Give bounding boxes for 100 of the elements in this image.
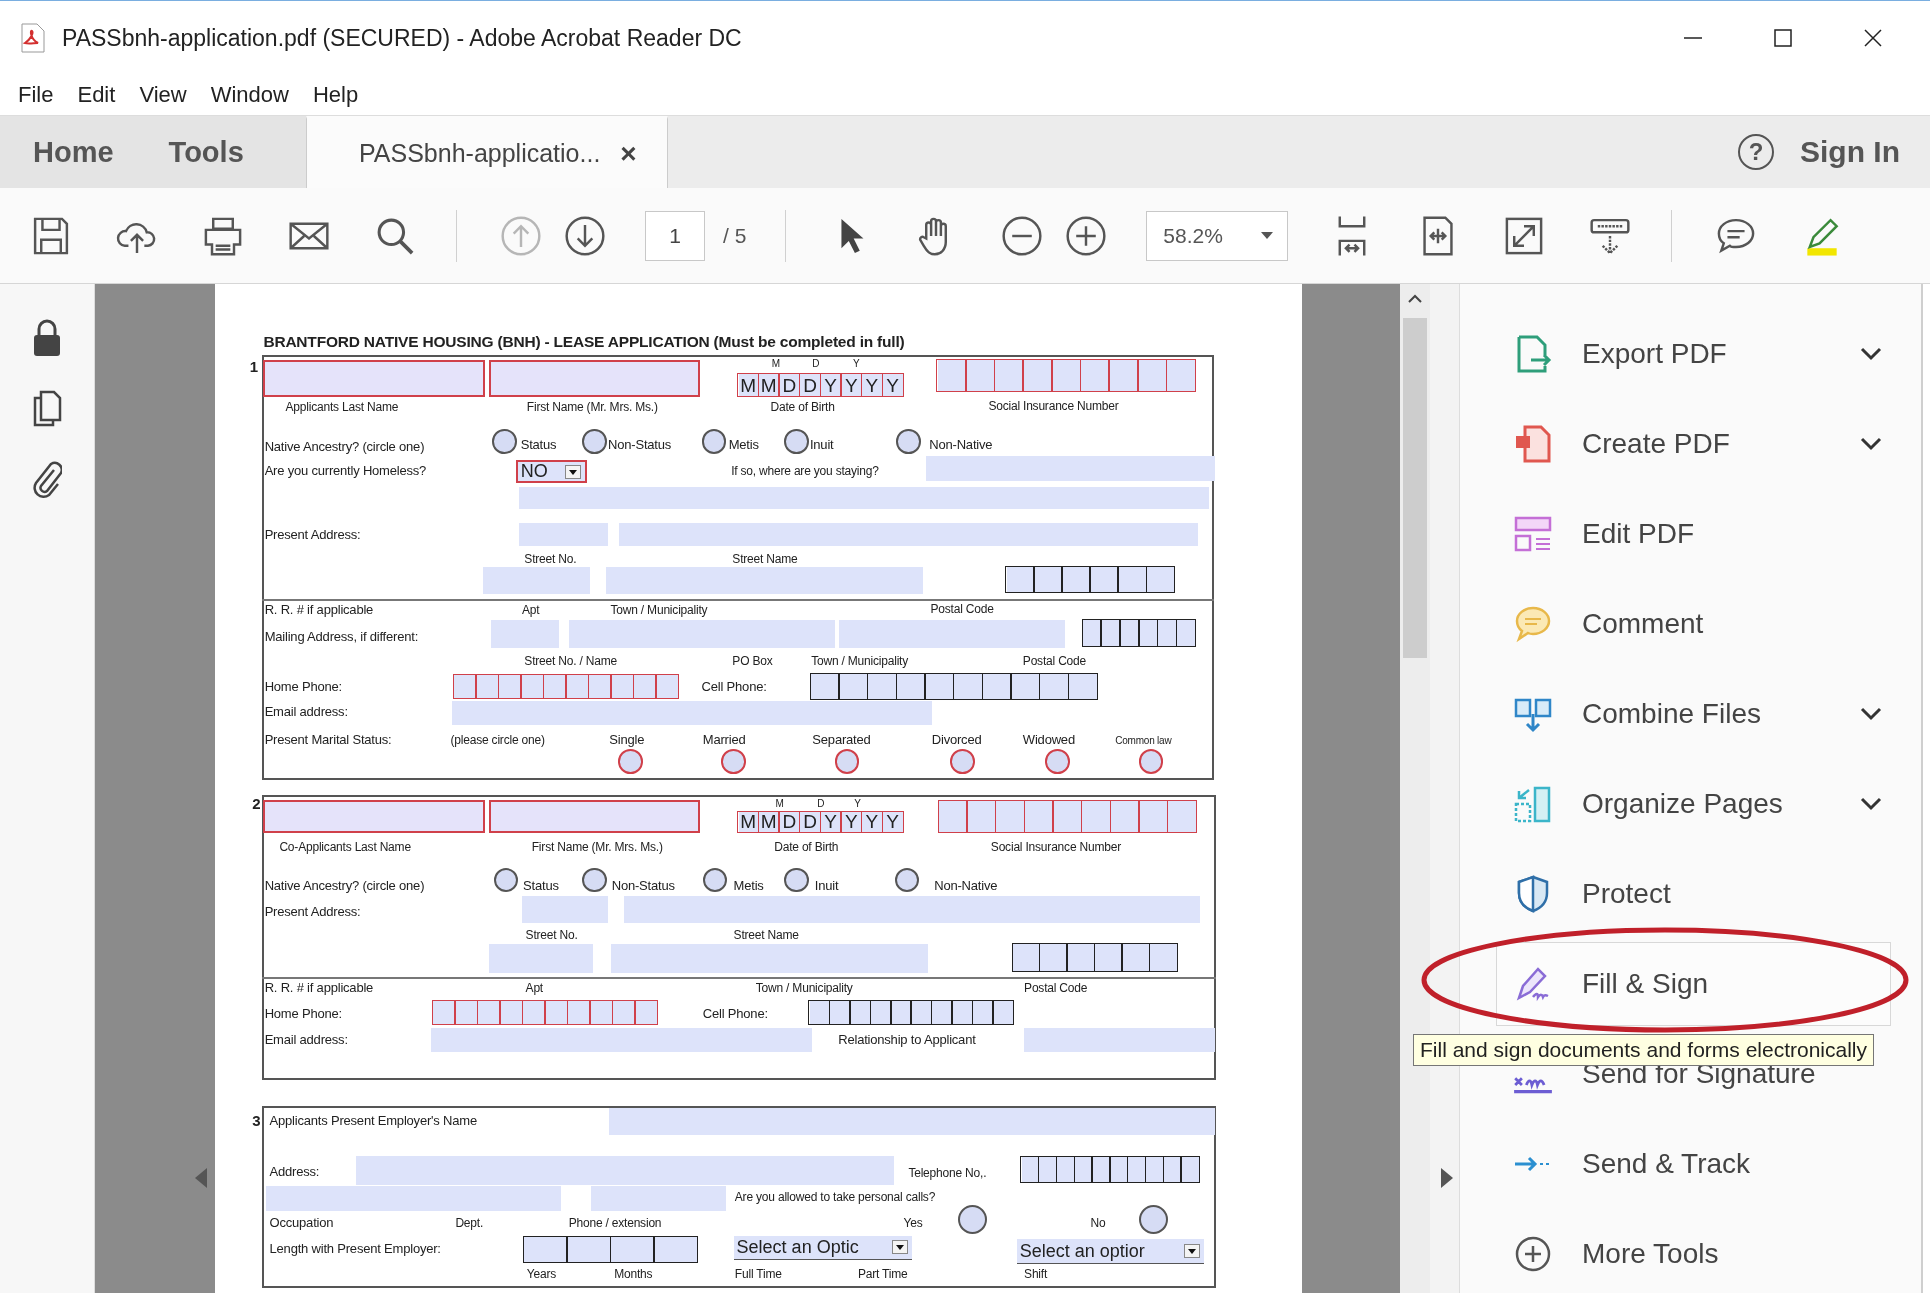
radio-button[interactable] xyxy=(701,429,727,454)
dropdown[interactable]: NO xyxy=(515,460,588,484)
menu-item[interactable]: Edit xyxy=(77,82,116,108)
comb-field[interactable] xyxy=(811,673,1098,701)
text-field[interactable] xyxy=(609,1107,1215,1135)
text-field[interactable] xyxy=(521,895,609,923)
comb-field[interactable] xyxy=(1013,942,1178,973)
radio-button[interactable] xyxy=(1045,749,1070,774)
scroll-up-icon[interactable] xyxy=(1408,294,1422,304)
chevron-down-icon[interactable] xyxy=(1860,347,1882,361)
text-field[interactable] xyxy=(925,456,1215,481)
radio-button[interactable] xyxy=(492,429,517,454)
comb-field[interactable] xyxy=(1083,618,1196,648)
form-label: Non-Native xyxy=(929,436,993,455)
next-page-icon[interactable] xyxy=(563,213,607,258)
tool-item[interactable]: Fill & Sign xyxy=(1496,942,1891,1026)
sign-in-link[interactable]: Sign In xyxy=(1800,135,1900,169)
radio-button[interactable] xyxy=(834,749,860,774)
radio-button[interactable] xyxy=(582,867,607,893)
radio-button[interactable] xyxy=(721,749,746,774)
tool-item[interactable]: Comment xyxy=(1496,582,1891,666)
radio-button[interactable] xyxy=(957,1204,988,1235)
pages-icon[interactable] xyxy=(32,388,62,428)
tool-item[interactable]: Protect xyxy=(1496,852,1891,936)
chevron-down-icon[interactable] xyxy=(1860,437,1882,451)
tool-item[interactable]: Combine Files xyxy=(1496,672,1891,756)
tab[interactable]: Tools xyxy=(168,135,244,169)
radio-button[interactable] xyxy=(582,429,607,454)
comb-field[interactable] xyxy=(524,1235,699,1263)
comb-field[interactable]: M M D D Y Y Y Y xyxy=(738,372,904,398)
comb-field[interactable] xyxy=(433,1000,659,1026)
document-tab[interactable]: PASSbnh-applicatio... × xyxy=(306,116,668,188)
text-field[interactable] xyxy=(519,487,1209,510)
text-field[interactable] xyxy=(451,701,932,725)
text-field[interactable] xyxy=(839,620,1065,649)
radio-button[interactable] xyxy=(1138,749,1164,774)
maximize-icon[interactable] xyxy=(1772,27,1794,49)
chevron-down-icon[interactable] xyxy=(1860,707,1882,721)
help-button[interactable]: ? xyxy=(1738,134,1774,170)
form-label: Street No. xyxy=(524,550,577,568)
comb-field[interactable] xyxy=(939,799,1198,834)
text-field[interactable] xyxy=(488,360,701,398)
dropdown[interactable]: Select an Optic xyxy=(733,1235,913,1261)
next-arrow-icon[interactable] xyxy=(1441,1168,1453,1188)
lock-icon[interactable] xyxy=(32,318,62,358)
close-icon[interactable] xyxy=(1862,27,1884,49)
comb-field[interactable] xyxy=(809,1000,1014,1026)
chevron-down-icon[interactable] xyxy=(1860,797,1882,811)
text-field[interactable] xyxy=(263,360,485,398)
caret-icon xyxy=(892,1240,909,1255)
form-label: D xyxy=(812,357,820,372)
text-field[interactable] xyxy=(265,1186,562,1211)
text-field[interactable] xyxy=(491,620,559,649)
scrollbar-thumb[interactable] xyxy=(1403,318,1427,658)
dropdown[interactable]: Select an optior xyxy=(1016,1239,1204,1264)
zoom-out-icon[interactable] xyxy=(1000,213,1045,258)
radio-button[interactable] xyxy=(702,867,728,893)
menu-item[interactable]: Window xyxy=(210,82,289,108)
text-field[interactable] xyxy=(624,895,1201,923)
tab[interactable]: Home xyxy=(33,135,114,169)
zoom-in-icon[interactable] xyxy=(1064,213,1109,258)
menu-item[interactable]: View xyxy=(139,82,187,108)
menu-item[interactable]: Help xyxy=(312,82,359,108)
radio-button[interactable] xyxy=(493,867,519,893)
page-number-field[interactable]: 1 xyxy=(645,210,705,261)
comb-field[interactable] xyxy=(1006,565,1176,594)
text-field[interactable] xyxy=(488,799,701,834)
menu-item[interactable]: File xyxy=(18,82,54,108)
text-field[interactable] xyxy=(568,620,835,649)
radio-button[interactable] xyxy=(784,867,809,893)
comb-field[interactable] xyxy=(937,359,1196,393)
radio-button[interactable] xyxy=(784,429,809,454)
radio-button[interactable] xyxy=(950,749,975,774)
text-field[interactable] xyxy=(519,522,609,547)
text-field[interactable] xyxy=(619,522,1198,547)
comb-field[interactable] xyxy=(1021,1155,1200,1183)
text-field[interactable] xyxy=(590,1186,727,1211)
zoom-dropdown[interactable]: 58.2% xyxy=(1146,210,1289,261)
radio-button[interactable] xyxy=(617,749,643,774)
text-field[interactable] xyxy=(263,799,485,834)
tool-item[interactable]: Organize Pages xyxy=(1496,762,1891,846)
radio-button[interactable] xyxy=(894,867,920,893)
tool-item[interactable]: Edit PDF xyxy=(1496,492,1891,576)
radio-button[interactable] xyxy=(1138,1204,1169,1235)
form-label: Email address: xyxy=(264,1030,348,1049)
tool-item[interactable]: Export PDF xyxy=(1496,312,1891,396)
text-field[interactable] xyxy=(488,943,594,974)
tool-item[interactable]: Send & Track xyxy=(1496,1122,1891,1206)
text-field[interactable] xyxy=(482,567,590,595)
text-field[interactable] xyxy=(1024,1027,1215,1053)
radio-button[interactable] xyxy=(896,429,921,454)
text-field[interactable] xyxy=(610,943,929,974)
tool-item[interactable]: Create PDF xyxy=(1496,402,1891,486)
comb-field[interactable]: M M D D Y Y Y Y xyxy=(738,810,904,834)
comb-field[interactable] xyxy=(454,674,680,699)
text-field[interactable] xyxy=(605,567,924,595)
close-tab-button[interactable]: × xyxy=(620,137,637,170)
text-field[interactable] xyxy=(430,1027,813,1053)
text-field[interactable] xyxy=(355,1155,894,1186)
tool-item[interactable]: More Tools xyxy=(1496,1212,1891,1293)
